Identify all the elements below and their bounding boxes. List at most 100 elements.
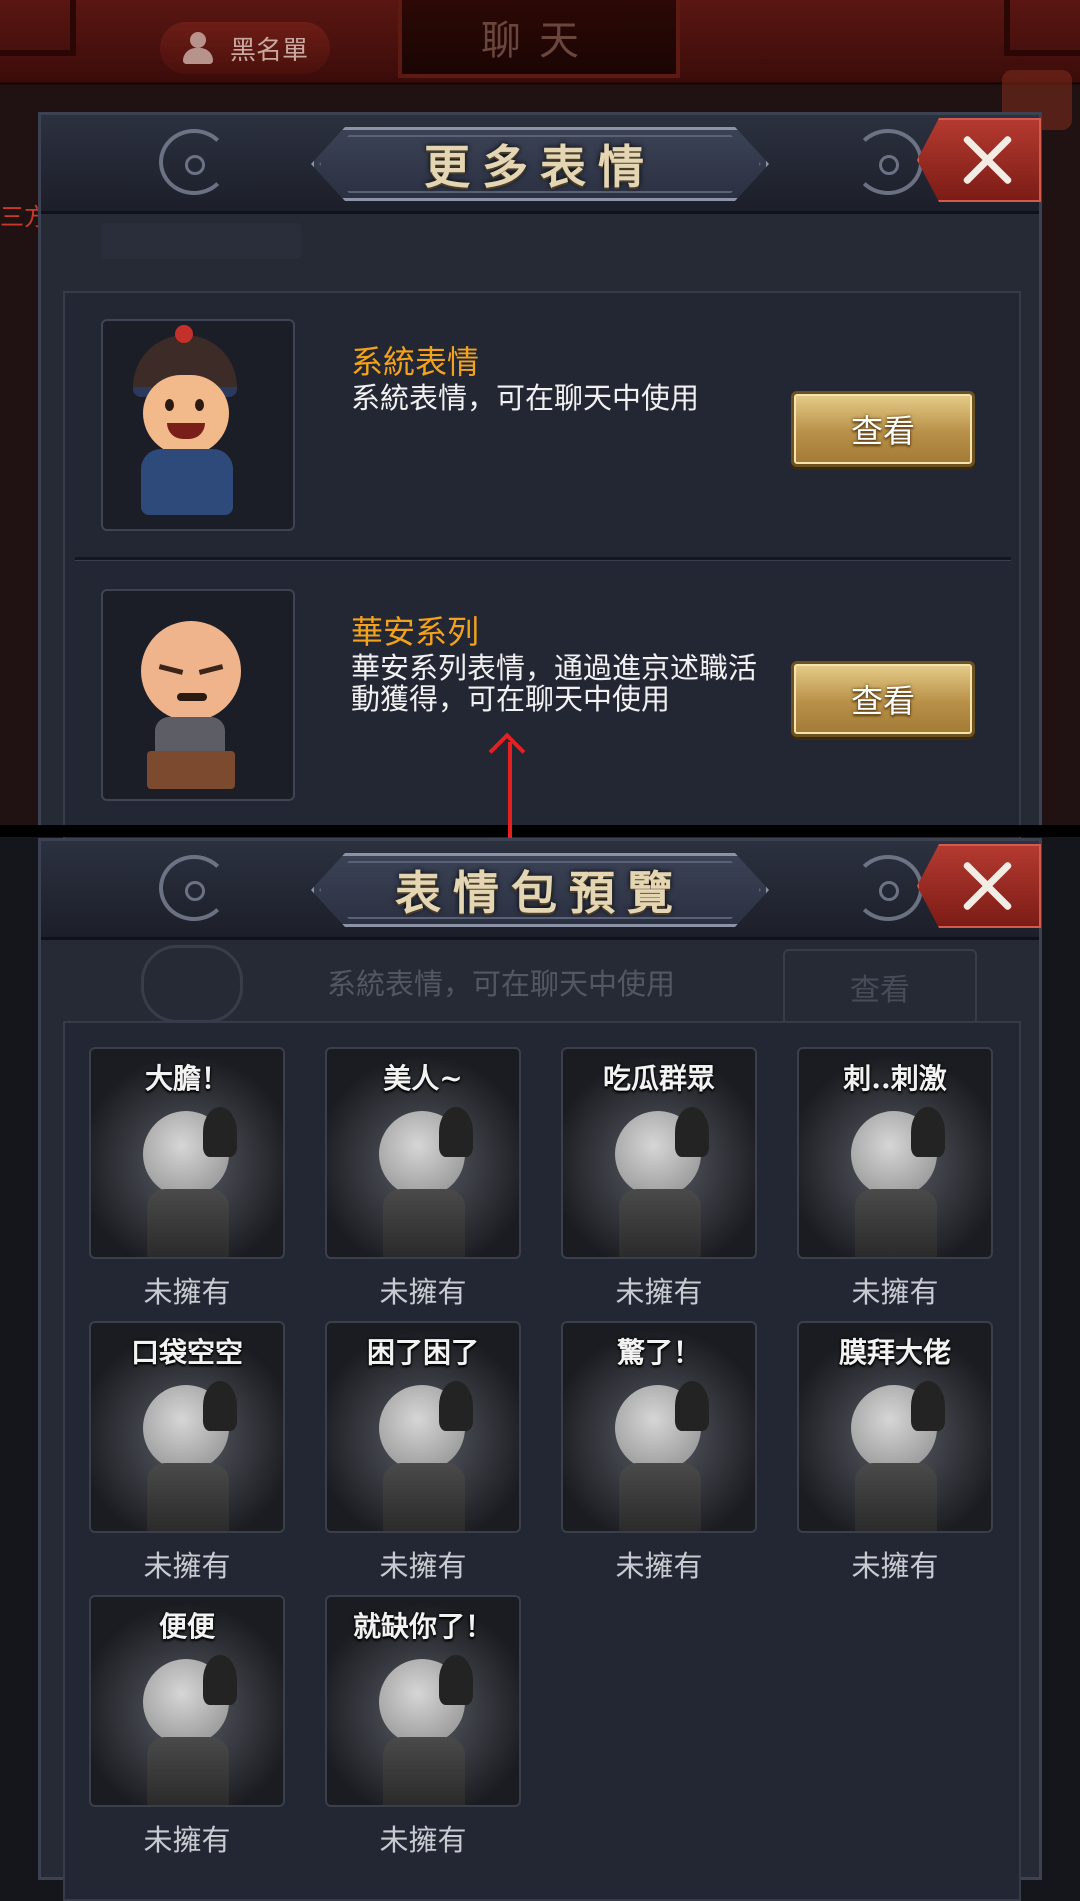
sticker-caption: 就缺你了！ (352, 1610, 493, 1643)
scroll-ornament-icon (159, 129, 229, 195)
sticker-item[interactable]: 口袋空空 未擁有 (89, 1321, 285, 1583)
sticker-caption: 大膽！ (144, 1062, 229, 1095)
sticker-preview-panel: 表情包預覽 系統表情，可在聊天中使用 查看 大膽！ 未擁有 美人~ 未擁有 吃瓜… (38, 838, 1042, 1901)
sticker-item[interactable]: 大膽！ 未擁有 (89, 1047, 285, 1309)
ownership-status: 未擁有 (143, 1823, 231, 1857)
close-button[interactable] (917, 844, 1041, 928)
sticker-thumbnail: 便便 (89, 1595, 285, 1807)
panel-header: 更多表情 (41, 115, 1041, 214)
sticker-item[interactable]: 美人~ 未擁有 (325, 1047, 521, 1309)
sticker-body (383, 1737, 465, 1805)
corner-ornament (0, 0, 76, 56)
sticker-body (147, 1737, 229, 1805)
blacklist-label: 黑名單 (230, 35, 309, 66)
sticker-thumbnail: 大膽！ (89, 1047, 285, 1259)
ownership-status: 未擁有 (379, 1823, 467, 1857)
scroll-ornament-icon (159, 855, 229, 921)
ownership-status: 未擁有 (615, 1275, 703, 1309)
sticker-thumbnail: 美人~ (325, 1047, 521, 1259)
pack-description: 系統表情，可在聊天中使用 (351, 381, 700, 415)
sticker-item[interactable]: 就缺你了！ 未擁有 (325, 1595, 521, 1857)
sticker-caption: 刺..刺激 (843, 1062, 947, 1095)
panel-title-plate: 表情包預覽 (311, 853, 769, 927)
sticker-body (619, 1189, 701, 1257)
pack-row-huaan: 華安系列 華安系列表情，通過進京述職活動獲得，可在聊天中使用 查看 (65, 563, 1019, 833)
chat-title: 聊天 (398, 0, 680, 78)
sticker-thumbnail: 困了困了 (325, 1321, 521, 1533)
sticker-body (855, 1189, 937, 1257)
sticker-body (147, 1189, 229, 1257)
huaan-face-icon (615, 1107, 709, 1197)
sticker-thumbnail: 刺..刺激 (797, 1047, 993, 1259)
ghost-underlying-row: 系統表情，可在聊天中使用 查看 (41, 939, 1039, 1029)
panel-title: 表情包預覽 (395, 866, 685, 920)
sticker-item[interactable]: 膜拜大佬 未擁有 (797, 1321, 993, 1583)
huaan-face-icon (143, 1381, 237, 1471)
ownership-status: 未擁有 (615, 1549, 703, 1583)
pack-description: 華安系列表情，通過進京述職活動獲得，可在聊天中使用 (351, 651, 758, 716)
sticker-caption: 美人~ (383, 1062, 463, 1095)
scroll-ornament-icon (853, 129, 923, 195)
corner-ornament (1004, 0, 1080, 56)
view-button[interactable]: 查看 (791, 391, 975, 467)
huaan-face-icon (379, 1107, 473, 1197)
close-button[interactable] (917, 118, 1041, 202)
sticker-body (619, 1463, 701, 1531)
ownership-status: 未擁有 (379, 1549, 467, 1583)
ownership-status: 未擁有 (143, 1549, 231, 1583)
ownership-status: 未擁有 (143, 1275, 231, 1309)
ownership-status: 未擁有 (379, 1275, 467, 1309)
huaan-emoji-thumbnail (101, 589, 295, 801)
people-icon (178, 32, 218, 64)
sticker-body (383, 1463, 465, 1531)
sticker-body (855, 1463, 937, 1531)
huaan-character-icon (103, 591, 293, 799)
huaan-face-icon (379, 1655, 473, 1745)
official-character-icon (103, 321, 293, 529)
sticker-item[interactable]: 刺..刺激 未擁有 (797, 1047, 993, 1309)
ghost-description: 系統表情，可在聊天中使用 (327, 967, 676, 1001)
sticker-thumbnail: 就缺你了！ (325, 1595, 521, 1807)
sticker-caption: 口袋空空 (130, 1336, 243, 1369)
sticker-thumbnail: 膜拜大佬 (797, 1321, 993, 1533)
ownership-status: 未擁有 (851, 1275, 939, 1309)
huaan-face-icon (143, 1655, 237, 1745)
sticker-item[interactable]: 便便 未擁有 (89, 1595, 285, 1857)
row-divider (75, 557, 1011, 561)
emoji-pack-list: 系統表情 系統表情，可在聊天中使用 查看 華安系列 華安系列表情，通過進京述職活… (63, 291, 1021, 851)
blacklist-tab[interactable]: 黑名單 (160, 22, 330, 74)
view-button[interactable]: 查看 (791, 661, 975, 737)
sticker-item[interactable]: 困了困了 未擁有 (325, 1321, 521, 1583)
sticker-thumbnail: 口袋空空 (89, 1321, 285, 1533)
arrow-up-icon (508, 742, 512, 838)
more-emoji-panel: 更多表情 系統表情 系統表情，可在聊天中使用 查看 華安系列 華安系列表情，通過… (38, 112, 1042, 851)
sticker-thumbnail: 吃瓜群眾 (561, 1047, 757, 1259)
pack-row-system: 系統表情 系統表情，可在聊天中使用 查看 (65, 293, 1019, 563)
sticker-body (147, 1463, 229, 1531)
faded-background-row (101, 223, 301, 259)
panel-title: 更多表情 (424, 140, 656, 194)
sticker-body (383, 1189, 465, 1257)
huaan-face-icon (615, 1381, 709, 1471)
sticker-caption: 驚了！ (616, 1336, 701, 1369)
panel-title-plate: 更多表情 (311, 127, 769, 201)
sticker-item[interactable]: 吃瓜群眾 未擁有 (561, 1047, 757, 1309)
pack-name: 華安系列 (351, 613, 480, 651)
ghost-thumbnail-icon (141, 945, 243, 1023)
huaan-face-icon (143, 1107, 237, 1197)
sticker-item[interactable]: 驚了！ 未擁有 (561, 1321, 757, 1583)
huaan-face-icon (851, 1381, 945, 1471)
huaan-face-icon (851, 1107, 945, 1197)
sticker-grid: 大膽！ 未擁有 美人~ 未擁有 吃瓜群眾 未擁有 刺..刺激 未擁有 口袋空空 … (63, 1021, 1021, 1901)
sticker-caption: 膜拜大佬 (838, 1336, 951, 1369)
sticker-caption: 困了困了 (366, 1336, 479, 1369)
pack-name: 系統表情 (351, 343, 480, 381)
ghost-view-button: 查看 (783, 949, 977, 1025)
huaan-face-icon (379, 1381, 473, 1471)
screenshot-seam (0, 825, 1080, 837)
close-icon (961, 134, 1013, 186)
scroll-ornament-icon (853, 855, 923, 921)
panel-header: 表情包預覽 (41, 841, 1041, 940)
chat-top-bar: 黑名單 聊天 (0, 0, 1080, 85)
close-icon (961, 860, 1013, 912)
